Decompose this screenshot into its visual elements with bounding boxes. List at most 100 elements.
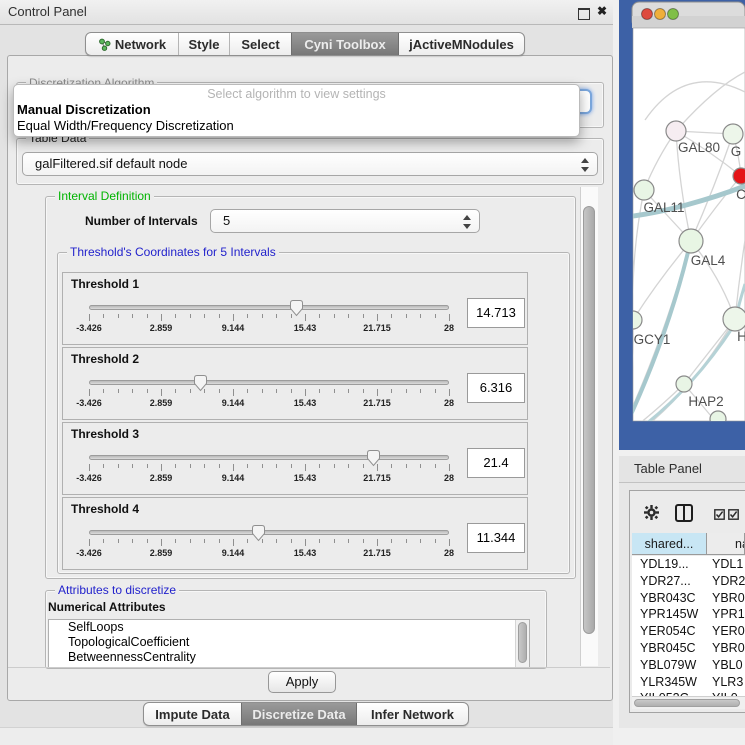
slider-tick	[147, 314, 148, 318]
slider-tick	[348, 389, 349, 393]
table-data-combo[interactable]: galFiltered.sif default node	[22, 152, 598, 176]
slider-tick	[219, 539, 220, 543]
slider-tick	[204, 314, 205, 318]
threshold-value-field[interactable]: 6.316	[467, 373, 525, 403]
tab-infer-network[interactable]: Infer Network	[356, 703, 468, 725]
close-traffic-light[interactable]	[642, 9, 653, 20]
slider-tick-label: 15.43	[283, 473, 327, 483]
tab-impute-data[interactable]: Impute Data	[144, 703, 241, 725]
slider-tick	[247, 464, 248, 468]
algorithm-option[interactable]: Manual Discretization	[16, 102, 577, 118]
gear-icon[interactable]	[644, 505, 659, 520]
slider-tick	[391, 464, 392, 468]
slider-tick	[348, 314, 349, 318]
slider-tick	[449, 314, 450, 321]
tab-label: Select	[241, 37, 279, 52]
table-cell: YBR0	[712, 641, 745, 655]
apply-button[interactable]: Apply	[268, 671, 336, 693]
slider-tick	[363, 539, 364, 543]
network-node[interactable]	[733, 168, 745, 184]
bottom-right-strip	[619, 728, 745, 745]
list-item[interactable]: BetweennessCentrality	[49, 650, 529, 665]
checkbox-checked-icon[interactable]	[714, 509, 725, 520]
slider-tick	[348, 464, 349, 468]
slider-tick	[262, 314, 263, 318]
threshold-value-field[interactable]: 21.4	[467, 448, 525, 478]
slider-tick	[348, 539, 349, 543]
slider-tick	[334, 314, 335, 318]
network-node[interactable]	[723, 124, 743, 144]
algorithm-option[interactable]: Equal Width/Frequency Discretization	[16, 118, 577, 134]
slider-tick-label: 21.715	[355, 473, 399, 483]
network-node[interactable]	[723, 307, 745, 331]
minimize-traffic-light[interactable]	[655, 9, 666, 20]
slider-tick-label: 28	[427, 398, 471, 408]
numerical-attributes-list[interactable]: SelfLoopsTopologicalCoefficientBetweenne…	[48, 619, 530, 668]
network-node-label: GAL80	[678, 140, 720, 155]
tab-style[interactable]: Style	[178, 33, 229, 55]
slider-tick	[233, 314, 234, 321]
table-hscrollbar-thumb[interactable]	[634, 699, 740, 707]
threshold-value-field[interactable]: 14.713	[467, 298, 525, 328]
screenshot-root: Control Panel ✖ NetworkStyle Select Cyni T…	[0, 0, 745, 745]
tab-select[interactable]: Select	[229, 33, 291, 55]
slider-tick	[262, 389, 263, 393]
checkbox-checked-icon[interactable]	[728, 509, 739, 520]
slider-handle[interactable]	[251, 524, 266, 542]
tab-jactivemnodules[interactable]: jActiveMNodules	[398, 33, 524, 55]
slider-tick-label: -3.426	[67, 473, 111, 483]
network-node-label: HAP2	[688, 394, 723, 409]
network-view[interactable]: GAL80GCGAL11GAL4GCY1HHAP2	[619, 0, 745, 450]
tab-discretize-data[interactable]: Discretize Data	[241, 703, 356, 725]
threshold-value-field[interactable]: 11.344	[467, 523, 525, 553]
list-item[interactable]: SelfLoops	[49, 620, 529, 635]
table-cell: YER054C	[640, 624, 706, 638]
table-data-combo-value: galFiltered.sif default node	[35, 156, 187, 171]
network-canvas[interactable]	[633, 28, 745, 421]
table-cell: YBR0	[712, 591, 745, 605]
panel-scrollbar[interactable]	[580, 187, 598, 666]
table-hscrollbar[interactable]	[632, 696, 745, 709]
control-panel-titlebar: Control Panel ✖	[0, 0, 614, 25]
table-cell: YPR145W	[640, 607, 706, 621]
slider-tick	[449, 539, 450, 546]
tab-cyni-toolbox[interactable]: Cyni Toolbox	[291, 33, 398, 55]
slider-track[interactable]	[89, 380, 449, 385]
tab-network[interactable]: Network	[86, 33, 178, 55]
split-columns-icon[interactable]	[675, 504, 693, 522]
slider-tick	[334, 464, 335, 468]
network-node[interactable]	[679, 229, 703, 253]
close-icon[interactable]: ✖	[597, 4, 607, 18]
slider-handle[interactable]	[193, 374, 208, 392]
slider-tick	[305, 464, 306, 471]
table-column-header[interactable]: shared...	[632, 533, 707, 555]
list-item[interactable]: TopologicalCoefficient	[49, 635, 529, 650]
slider-handle[interactable]	[366, 449, 381, 467]
slider-tick	[276, 464, 277, 468]
table-column-header[interactable]: na	[707, 533, 745, 555]
zoom-traffic-light[interactable]	[668, 9, 679, 20]
slider-tick-label: 9.144	[211, 473, 255, 483]
slider-tick	[132, 539, 133, 543]
slider-tick	[319, 539, 320, 543]
slider-tick	[406, 539, 407, 543]
number-of-intervals-combo[interactable]: 5	[210, 209, 480, 233]
slider-tick	[89, 314, 90, 321]
slider-tick	[406, 464, 407, 468]
slider-track[interactable]	[89, 305, 449, 310]
slider-tick	[175, 539, 176, 543]
network-node[interactable]	[634, 180, 654, 200]
slider-tick	[147, 539, 148, 543]
slider-handle[interactable]	[289, 299, 304, 317]
slider-track[interactable]	[89, 530, 449, 535]
float-window-icon[interactable]	[578, 8, 590, 20]
number-of-intervals-value: 5	[223, 213, 230, 228]
slider-tick	[118, 464, 119, 468]
network-node[interactable]	[666, 121, 686, 141]
network-node[interactable]	[676, 376, 692, 392]
slider-tick-label: 21.715	[355, 548, 399, 558]
slider-track[interactable]	[89, 455, 449, 460]
slider-tick	[435, 389, 436, 393]
network-node-label: C	[736, 187, 745, 202]
panel-scrollbar-thumb[interactable]	[583, 206, 595, 634]
